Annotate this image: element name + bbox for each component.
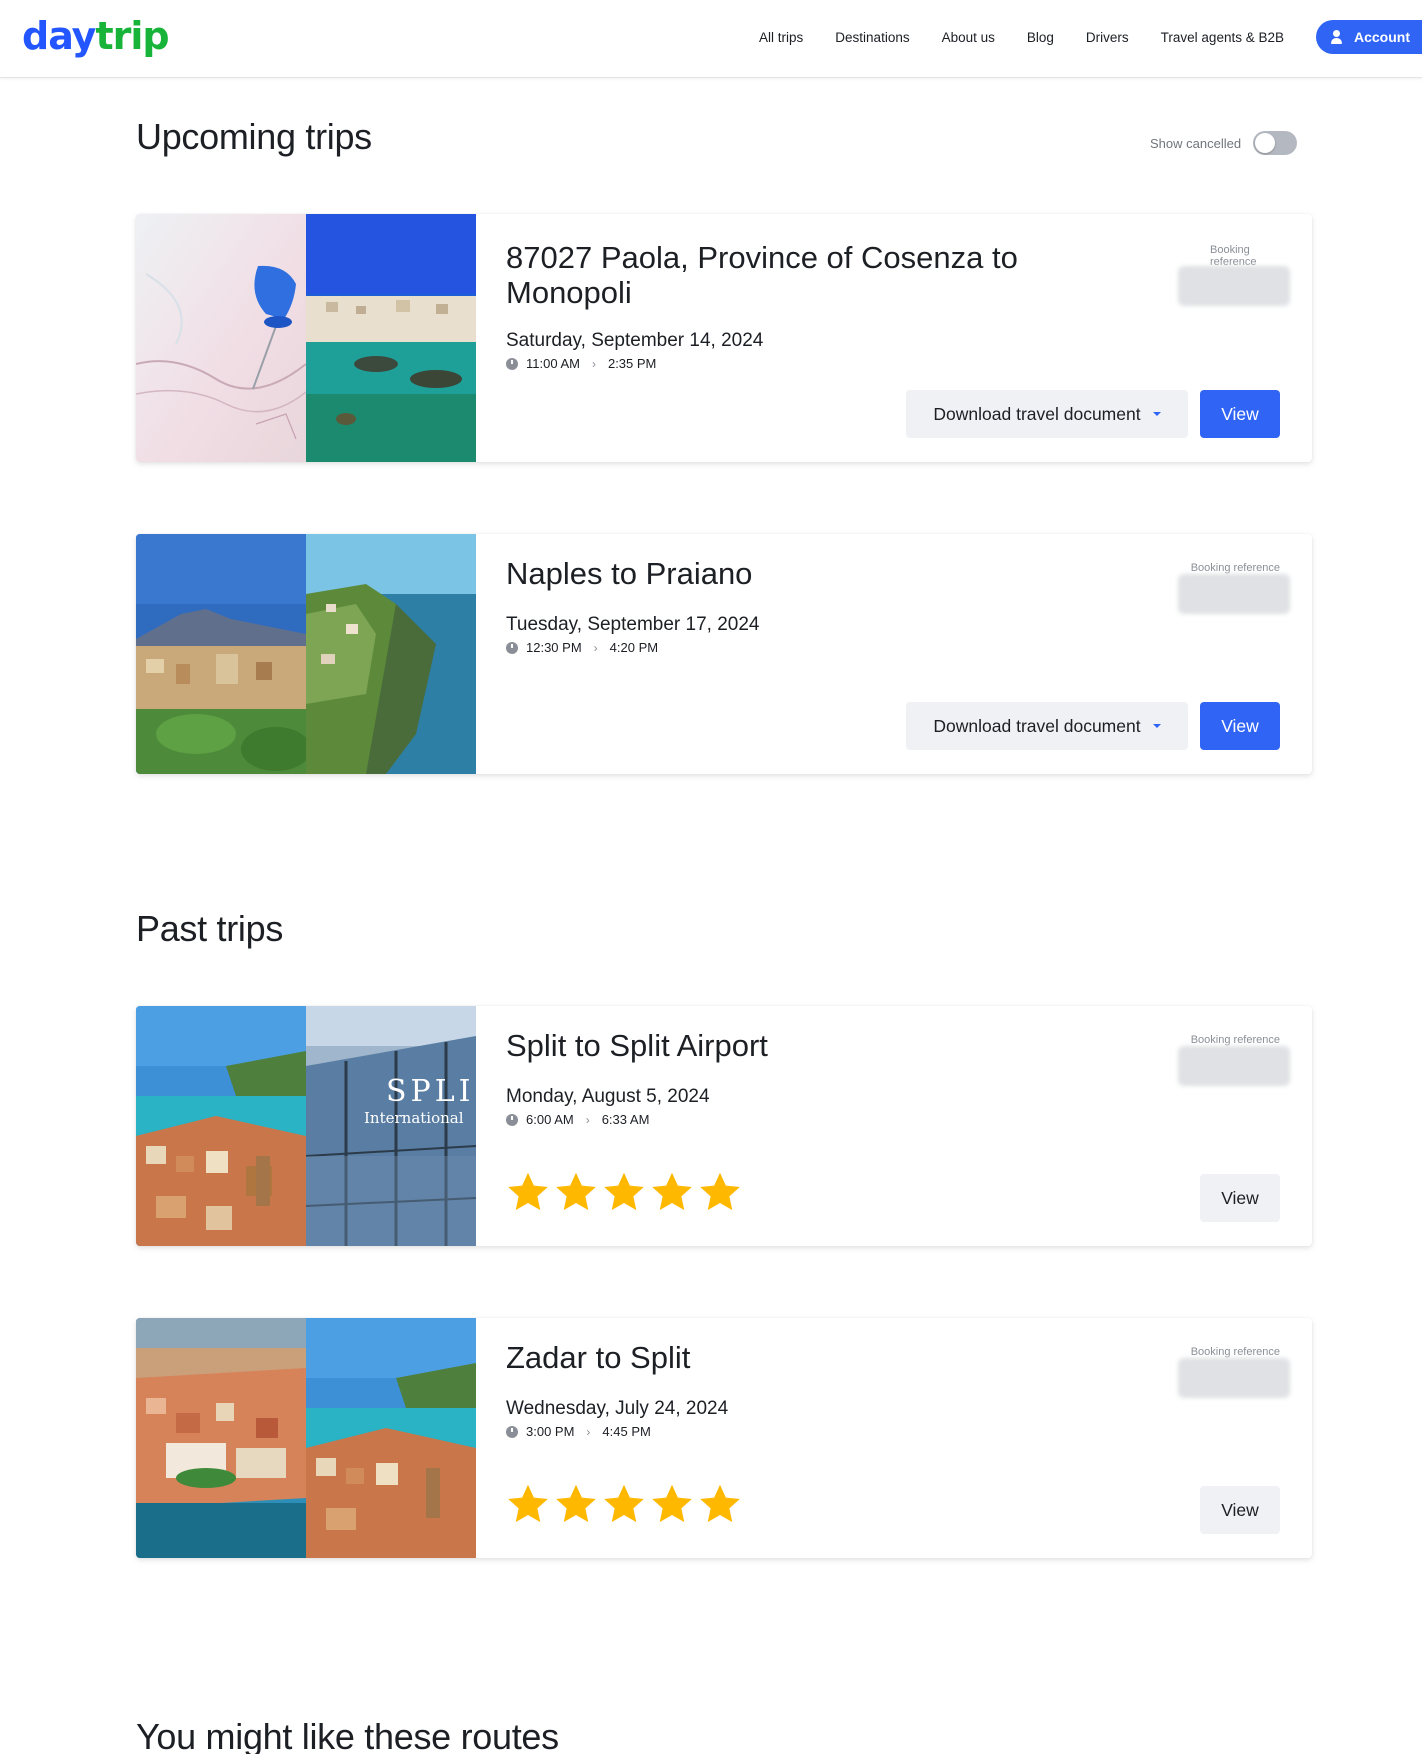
chevron-right-icon: ›	[586, 1424, 591, 1439]
star-icon	[652, 1172, 692, 1211]
trip-title: 87027 Paola, Province of Cosenza to Mono…	[506, 240, 1018, 310]
trip-thumbnail-destination: SPLI International	[306, 1006, 476, 1246]
trip-card-upcoming-1: 87027 Paola, Province of Cosenza to Mono…	[136, 214, 1312, 462]
logo-day-text: day	[22, 14, 96, 58]
trip-times: 11:00 AM › 2:35 PM	[506, 356, 656, 371]
star-icon	[604, 1484, 644, 1523]
booking-reference-label: Booking reference	[1210, 244, 1257, 268]
clock-icon	[506, 1113, 518, 1126]
booking-reference-label: Booking reference	[1190, 1346, 1280, 1358]
trip-date: Saturday, September 14, 2024	[506, 330, 764, 351]
past-trips-title: Past trips	[136, 908, 284, 949]
nav-destinations[interactable]: Destinations	[835, 30, 909, 45]
arrival-time: 6:33 AM	[601, 1112, 650, 1127]
user-icon	[1330, 30, 1344, 44]
download-travel-document-button[interactable]: Download travel document	[906, 390, 1188, 438]
recommended-routes-title: You might like these routes	[136, 1716, 559, 1754]
airport-sign-text: SPLI	[386, 1074, 475, 1109]
trip-thumbnail-origin	[136, 214, 306, 462]
site-header: daytrip All trips Destinations About us …	[0, 0, 1422, 78]
trip-thumbnail-origin	[136, 534, 306, 774]
download-label: Download travel document	[933, 715, 1141, 736]
booking-reference-value	[1178, 1046, 1290, 1086]
departure-time: 6:00 AM	[526, 1112, 574, 1127]
view-trip-button[interactable]: View	[1200, 1174, 1280, 1222]
toggle-knob	[1255, 133, 1276, 153]
main-nav: All trips Destinations About us Blog Dri…	[759, 20, 1422, 54]
booking-reference-value	[1178, 1358, 1290, 1398]
trip-date: Monday, August 5, 2024	[506, 1086, 710, 1107]
nav-blog[interactable]: Blog	[1027, 30, 1054, 45]
download-label: Download travel document	[933, 403, 1141, 424]
chevron-right-icon: ›	[591, 356, 596, 371]
star-icon	[652, 1484, 692, 1523]
nav-about-us[interactable]: About us	[942, 30, 995, 45]
star-icon	[556, 1484, 596, 1523]
star-icon	[508, 1172, 548, 1211]
show-cancelled-label: Show cancelled	[1150, 135, 1242, 151]
account-label: Account	[1354, 29, 1410, 45]
caret-down-icon	[1152, 724, 1161, 728]
trip-times: 12:30 PM › 4:20 PM	[506, 640, 658, 655]
trip-title: Split to Split Airport	[506, 1028, 768, 1063]
trip-date: Tuesday, September 17, 2024	[506, 614, 760, 635]
trip-card-upcoming-2: Naples to Praiano Tuesday, September 17,…	[136, 534, 1312, 774]
trip-thumbnail-origin	[136, 1006, 306, 1246]
departure-time: 3:00 PM	[526, 1424, 575, 1439]
view-trip-button[interactable]: View	[1200, 390, 1280, 438]
show-cancelled-toggle[interactable]	[1253, 131, 1298, 155]
download-travel-document-button[interactable]: Download travel document	[906, 702, 1188, 750]
chevron-right-icon: ›	[585, 1112, 590, 1127]
arrival-time: 4:20 PM	[609, 640, 659, 655]
trip-rating	[506, 1170, 746, 1214]
view-trip-button[interactable]: View	[1200, 702, 1280, 750]
caret-down-icon	[1152, 412, 1161, 416]
chevron-right-icon: ›	[593, 640, 598, 655]
airport-sign-subtext: International	[364, 1109, 464, 1127]
trip-title: Zadar to Split	[506, 1340, 691, 1375]
star-icon	[700, 1484, 740, 1523]
star-icon	[604, 1172, 644, 1211]
clock-icon	[506, 641, 518, 654]
upcoming-trips-title: Upcoming trips	[136, 116, 372, 157]
booking-reference-value	[1178, 574, 1290, 614]
trip-date: Wednesday, July 24, 2024	[506, 1398, 729, 1419]
clock-icon	[506, 1425, 518, 1438]
trip-card-past-2: Zadar to Split Wednesday, July 24, 2024 …	[136, 1318, 1312, 1558]
logo-trip-text: trip	[95, 14, 169, 58]
trip-thumbnail-destination	[306, 214, 476, 462]
nav-all-trips[interactable]: All trips	[759, 30, 803, 45]
clock-icon	[506, 357, 518, 370]
departure-time: 12:30 PM	[526, 640, 582, 655]
booking-reference-label: Booking reference	[1190, 562, 1280, 574]
star-icon	[508, 1484, 548, 1523]
show-cancelled-control: Show cancelled	[1150, 131, 1298, 155]
nav-drivers[interactable]: Drivers	[1086, 30, 1129, 45]
star-icon	[700, 1172, 740, 1211]
departure-time: 11:00 AM	[526, 356, 580, 371]
trip-thumbnail-origin	[136, 1318, 306, 1558]
view-trip-button[interactable]: View	[1200, 1486, 1280, 1534]
nav-travel-agents[interactable]: Travel agents & B2B	[1161, 30, 1284, 45]
trip-times: 6:00 AM › 6:33 AM	[506, 1112, 649, 1127]
account-button[interactable]: Account	[1316, 20, 1422, 54]
trip-card-past-1: SPLI International Split to Split Airpor…	[136, 1006, 1312, 1246]
trip-times: 3:00 PM › 4:45 PM	[506, 1424, 651, 1439]
star-icon	[556, 1172, 596, 1211]
arrival-time: 4:45 PM	[602, 1424, 651, 1439]
trip-thumbnail-destination	[306, 534, 476, 774]
booking-reference-value	[1178, 266, 1290, 306]
trip-title: Naples to Praiano	[506, 556, 753, 591]
arrival-time: 2:35 PM	[607, 356, 657, 371]
trip-rating	[506, 1482, 746, 1526]
daytrip-logo[interactable]: daytrip	[22, 12, 170, 60]
booking-reference-label: Booking reference	[1190, 1034, 1280, 1046]
trip-thumbnail-destination	[306, 1318, 476, 1558]
